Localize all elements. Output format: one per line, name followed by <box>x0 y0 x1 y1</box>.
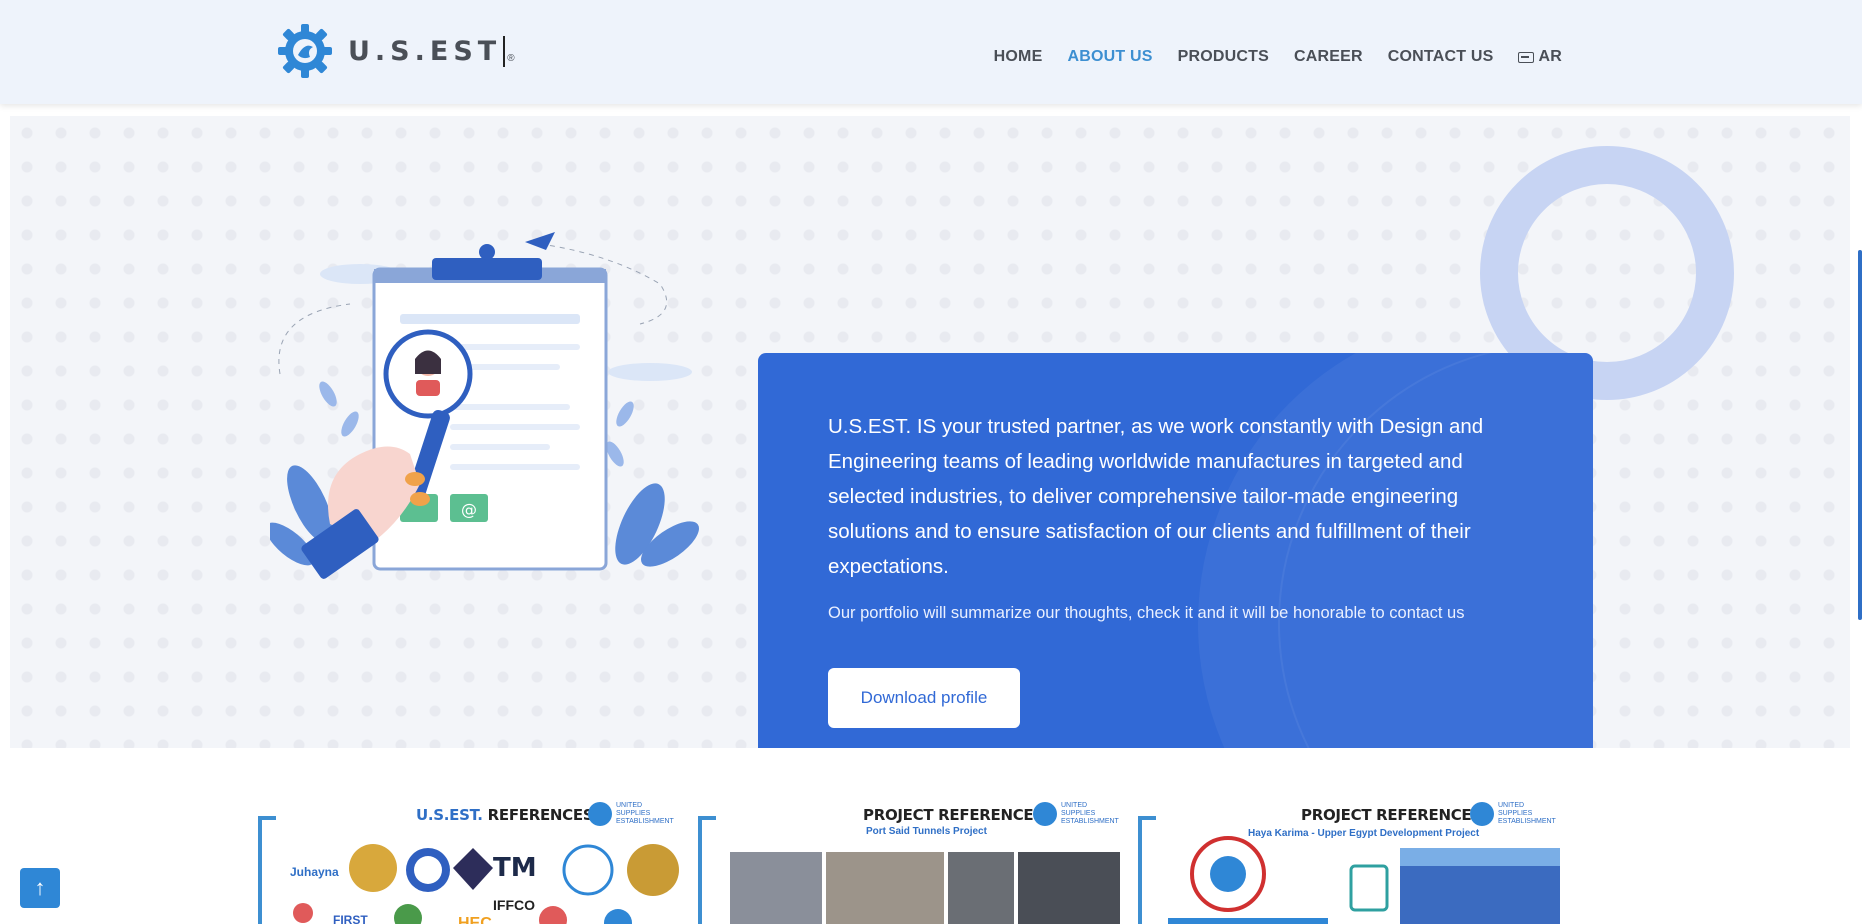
svg-text:@: @ <box>461 500 477 519</box>
brand-gear-icon <box>1470 802 1494 826</box>
reference-card-port-said[interactable]: PROJECT REFERENCE Port Said Tunnels Proj… <box>698 798 1128 924</box>
reference-card-frame <box>1138 816 1156 924</box>
reference-card-frame <box>258 816 276 924</box>
reference-card-haya-karima[interactable]: PROJECT REFERENCE Haya Karima - Upper Eg… <box>1138 798 1568 924</box>
about-main-text: U.S.EST. IS your trusted partner, as we … <box>828 415 1484 578</box>
about-sub-text: Our portfolio will summarize our thought… <box>828 604 1465 622</box>
gear-logo-icon <box>278 24 332 78</box>
site-header: U.S.EST ® HOME ABOUT US PRODUCTS CAREER … <box>0 0 1862 104</box>
reference-brand: UNITED SUPPLIES ESTABLISHMENT <box>1033 802 1119 826</box>
client-logos-grid: Juhayna TM FIRST HEC IFFCO <box>290 844 679 924</box>
reference-subtitle: Port Said Tunnels Project <box>866 826 987 837</box>
nav-about-us[interactable]: ABOUT US <box>1067 48 1152 66</box>
logo-juhayna: Juhayna <box>290 865 339 879</box>
logo-hec: HEC <box>458 915 492 924</box>
nav-career[interactable]: CAREER <box>1294 48 1363 66</box>
brand-gear-icon <box>1033 802 1057 826</box>
about-hero-section: @ U.S.EST. IS your trusted partner, as w… <box>10 116 1850 748</box>
main-nav: HOME ABOUT US PRODUCTS CAREER CONTACT US… <box>994 48 1562 66</box>
reference-title-text: REFERENCES <box>487 806 594 824</box>
reference-card-frame <box>698 816 716 924</box>
nav-language-switch[interactable]: AR <box>1518 48 1562 66</box>
reference-title: PROJECT REFERENCE <box>1301 806 1472 824</box>
reference-card-clients[interactable]: U.S.EST. REFERENCES UNITED SUPPLIES ESTA… <box>258 798 688 924</box>
reference-brand: UNITED SUPPLIES ESTABLISHMENT <box>588 802 674 826</box>
back-to-top-button[interactable]: ↑ <box>20 868 60 908</box>
logo-iffco: IFFCO <box>493 897 535 913</box>
reference-title-accent: U.S.EST. <box>416 806 483 824</box>
reference-brand: UNITED SUPPLIES ESTABLISHMENT <box>1470 802 1556 826</box>
project-photo <box>730 852 822 924</box>
download-profile-button[interactable]: Download profile <box>828 668 1020 728</box>
logo-registered-mark: ® <box>507 52 515 64</box>
project-photo <box>948 852 1014 924</box>
nav-home[interactable]: HOME <box>994 48 1043 66</box>
language-label: AR <box>1538 48 1562 65</box>
logo-tm: TM <box>493 853 537 883</box>
project-photo <box>1018 852 1120 924</box>
brand-gear-icon <box>588 802 612 826</box>
project-photo <box>826 852 944 924</box>
project-logos <box>1168 836 1560 924</box>
nav-contact-us[interactable]: CONTACT US <box>1388 48 1494 66</box>
language-icon <box>1518 51 1535 63</box>
nav-products[interactable]: PRODUCTS <box>1178 48 1269 66</box>
reference-title: PROJECT REFERENCE <box>863 806 1034 824</box>
clipboard-search-illustration: @ <box>270 232 699 579</box>
logo-text: U.S.EST <box>348 35 506 67</box>
reference-title: U.S.EST. REFERENCES <box>416 806 594 824</box>
about-card: U.S.EST. IS your trusted partner, as we … <box>758 353 1593 748</box>
references-gallery: U.S.EST. REFERENCES UNITED SUPPLIES ESTA… <box>0 798 1862 924</box>
site-logo[interactable]: U.S.EST ® <box>276 22 515 80</box>
arrow-up-icon: ↑ <box>34 875 46 900</box>
logo-first: FIRST <box>333 913 368 924</box>
scrollbar-thumb[interactable] <box>1858 250 1862 620</box>
